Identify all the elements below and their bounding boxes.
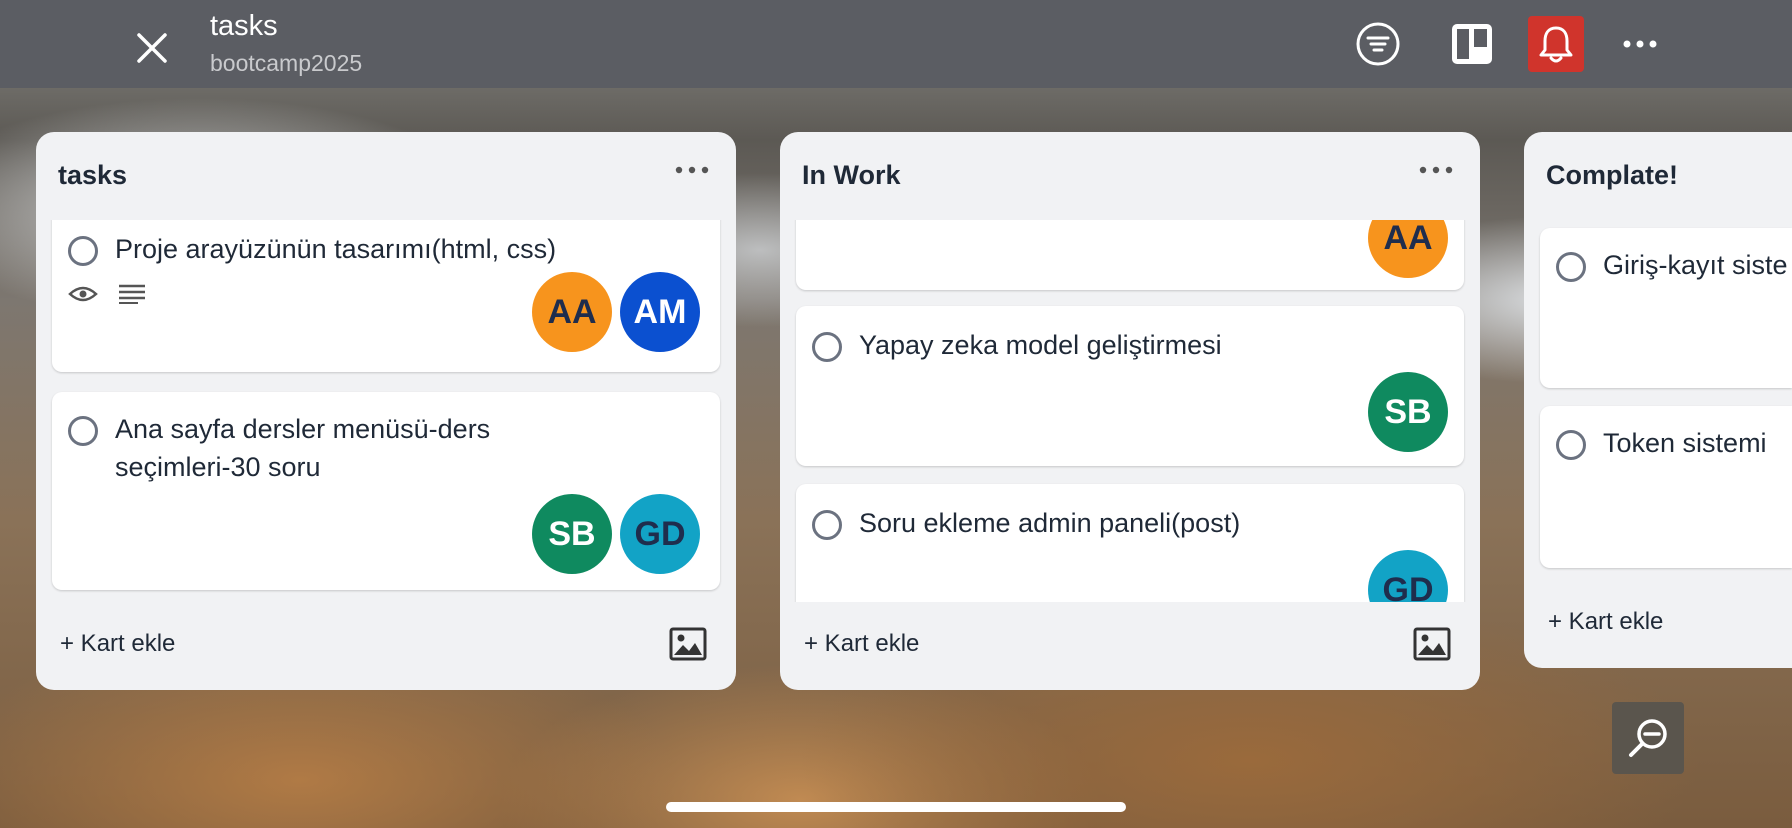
avatar-am[interactable]: AM — [620, 272, 700, 352]
list-menu-button[interactable] — [670, 152, 714, 188]
avatar-gd[interactable]: GD — [620, 494, 700, 574]
zoom-out-button[interactable] — [1612, 702, 1684, 774]
card-title: Giriş-kayıt siste — [1603, 250, 1788, 280]
complete-checkbox[interactable] — [68, 236, 98, 266]
card[interactable]: Soru ekleme admin paneli(post) GD — [796, 484, 1464, 602]
card[interactable]: AA — [796, 220, 1464, 290]
filter-icon — [1356, 22, 1400, 66]
list-in-work: In Work AA Yapay zeka model geliştirmesi… — [780, 132, 1480, 690]
add-card-button[interactable]: + Kart ekle — [1548, 608, 1663, 636]
bell-icon — [1539, 26, 1573, 63]
card[interactable]: Giriş-kayıt siste — [1540, 228, 1792, 388]
card-title: Soru ekleme admin paneli(post) — [859, 508, 1241, 538]
list-menu-button[interactable] — [1414, 152, 1458, 188]
avatar-aa[interactable]: AA — [532, 272, 612, 352]
notifications-button[interactable] — [1528, 16, 1584, 72]
description-icon — [119, 284, 145, 304]
card-title: Proje arayüzünün tasarımı(html, css) — [115, 234, 557, 264]
card-title: Token sistemi — [1603, 428, 1767, 458]
board-view-icon — [1452, 24, 1492, 64]
add-card-button[interactable]: + Kart ekle — [60, 630, 175, 658]
card[interactable]: Ana sayfa dersler menüsü-ders seçimleri-… — [52, 392, 720, 590]
list-title: tasks — [58, 160, 128, 190]
complete-checkbox[interactable] — [68, 416, 98, 446]
avatar-sb[interactable]: SB — [1368, 372, 1448, 452]
filter-button[interactable] — [1350, 16, 1406, 72]
card-list: AA Yapay zeka model geliştirmesi SB Soru… — [780, 220, 1480, 602]
complete-checkbox[interactable] — [812, 332, 842, 362]
add-image-card-button[interactable] — [1412, 626, 1452, 662]
list-title: Complate! — [1546, 160, 1679, 190]
card-list: Proje arayüzünün tasarımı(html, css) AA … — [36, 220, 736, 640]
complete-checkbox[interactable] — [1556, 252, 1586, 282]
eye-icon — [68, 286, 98, 302]
list-tasks: tasks Proje arayüzünün tasarımı(html, cs… — [36, 132, 736, 690]
close-button[interactable] — [128, 24, 176, 72]
avatar-sb[interactable]: SB — [532, 494, 612, 574]
zoom-out-icon — [1629, 719, 1667, 757]
board-title: tasks — [210, 10, 278, 42]
list-title: In Work — [802, 160, 901, 190]
avatar-gd[interactable]: GD — [1368, 550, 1448, 602]
image-icon — [669, 627, 707, 661]
complete-checkbox[interactable] — [812, 510, 842, 540]
card-title: Ana sayfa dersler menüsü-ders seçimleri-… — [115, 414, 491, 482]
more-icon — [675, 166, 709, 174]
list-complete: Complate! Giriş-kayıt siste Token sistem… — [1524, 132, 1792, 668]
image-icon — [1413, 627, 1451, 661]
card[interactable]: Yapay zeka model geliştirmesi SB — [796, 306, 1464, 466]
home-indicator[interactable] — [666, 802, 1126, 812]
card-title: Yapay zeka model geliştirmesi — [859, 330, 1222, 360]
add-image-card-button[interactable] — [668, 626, 708, 662]
top-bar: tasks bootcamp2025 — [0, 0, 1792, 88]
board-view-button[interactable] — [1444, 16, 1500, 72]
add-card-button[interactable]: + Kart ekle — [804, 630, 919, 658]
card[interactable]: Proje arayüzünün tasarımı(html, css) AA … — [52, 220, 720, 372]
more-icon — [1623, 40, 1657, 48]
complete-checkbox[interactable] — [1556, 430, 1586, 460]
more-options-button[interactable] — [1612, 16, 1668, 72]
card[interactable]: Token sistemi — [1540, 406, 1792, 568]
workspace-name: bootcamp2025 — [210, 50, 363, 76]
close-icon — [137, 33, 167, 63]
more-icon — [1419, 166, 1453, 174]
avatar-aa[interactable]: AA — [1368, 220, 1448, 278]
